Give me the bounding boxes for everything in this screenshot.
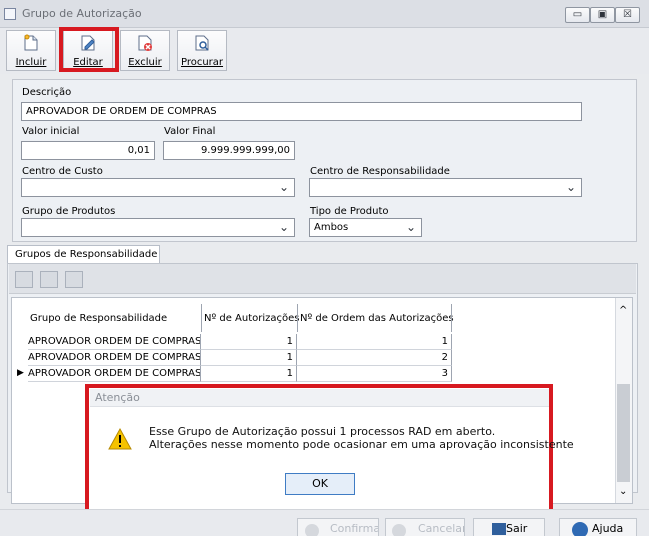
current-row-marker: ▶: [17, 368, 24, 378]
dialog-message-line1: Esse Grupo de Autorização possui 1 proce…: [149, 425, 496, 438]
procurar-label: Procurar: [180, 57, 224, 68]
exit-icon: [492, 523, 506, 535]
help-icon: [572, 522, 588, 536]
descricao-input[interactable]: APROVADOR DE ORDEM DE COMPRAS: [21, 102, 582, 121]
incluir-label: Incluir: [15, 57, 47, 68]
tab-grupos-responsabilidade[interactable]: Grupos de Responsabilidade: [7, 245, 160, 264]
scrollbar-thumb[interactable]: [617, 384, 630, 482]
table-row[interactable]: 2: [297, 350, 452, 366]
chevron-down-icon: ⌄: [278, 180, 289, 194]
column-header-grupo[interactable]: Grupo de Responsabilidade: [30, 312, 167, 326]
window-title: Grupo de Autorização: [22, 7, 142, 20]
table-row[interactable]: APROVADOR ORDEM DE COMPRAS: [28, 334, 201, 350]
dialog-message: Esse Grupo de Autorização possui 1 proce…: [149, 425, 574, 451]
grupo-produtos-label: Grupo de Produtos: [22, 206, 116, 217]
centro-custo-select[interactable]: ⌄: [21, 178, 295, 197]
grid-toolbar: [9, 264, 636, 294]
table-row[interactable]: 3: [297, 366, 452, 382]
tipo-produto-label: Tipo de Produto: [310, 206, 389, 217]
editar-highlight: [59, 27, 119, 72]
grupo-produtos-select[interactable]: ⌄: [21, 218, 295, 237]
centro-resp-select[interactable]: ⌄: [309, 178, 582, 197]
table-row[interactable]: 1: [201, 334, 297, 350]
valor-final-input[interactable]: 9.999.999.999,00: [163, 141, 295, 160]
scroll-up-icon[interactable]: ^: [619, 305, 627, 316]
valor-inicial-label: Valor inicial: [22, 126, 80, 137]
dialog-title: Atenção: [90, 389, 549, 407]
ok-button[interactable]: OK: [285, 473, 355, 495]
header-divider: [297, 304, 298, 332]
app-icon: [4, 8, 16, 20]
table-row[interactable]: 1: [297, 334, 452, 350]
excluir-label: Excluir: [128, 57, 162, 68]
tipo-produto-value: Ambos: [314, 222, 349, 233]
grid-add-icon[interactable]: [15, 271, 33, 288]
table-row[interactable]: 1: [201, 366, 297, 382]
excluir-button[interactable]: Excluir: [120, 30, 170, 71]
chevron-down-icon: ⌄: [278, 220, 289, 234]
confirm-icon: [305, 524, 319, 536]
minimize-button[interactable]: ▭: [565, 7, 590, 23]
valor-inicial-input[interactable]: 0,01: [21, 141, 155, 160]
ajuda-button[interactable]: Ajuda: [559, 518, 637, 536]
close-button[interactable]: ☒: [615, 7, 640, 23]
chevron-down-icon: ⌄: [565, 180, 576, 194]
table-row[interactable]: APROVADOR ORDEM DE COMPRAS: [28, 366, 201, 382]
grid-edit-icon[interactable]: [40, 271, 58, 288]
delete-document-icon: [138, 35, 152, 51]
incluir-button[interactable]: Incluir: [6, 30, 56, 71]
header-divider: [451, 304, 452, 332]
tipo-produto-select[interactable]: Ambos ⌄: [309, 218, 422, 237]
cancel-icon: [392, 524, 406, 536]
centro-resp-label: Centro de Responsabilidade: [310, 166, 450, 177]
warning-icon: [108, 427, 132, 450]
centro-custo-label: Centro de Custo: [22, 166, 103, 177]
table-row[interactable]: 1: [201, 350, 297, 366]
grid-delete-icon[interactable]: [65, 271, 83, 288]
chevron-down-icon: ⌄: [405, 220, 416, 234]
column-header-ordem[interactable]: Nº de Ordem das Autorizações: [300, 312, 454, 326]
new-document-icon: [24, 34, 38, 51]
maximize-button[interactable]: ▣: [590, 7, 615, 23]
descricao-label: Descrição: [22, 87, 72, 98]
sair-button[interactable]: Sair: [473, 518, 545, 536]
scroll-down-icon[interactable]: ⌄: [619, 486, 627, 497]
procurar-button[interactable]: Procurar: [177, 30, 227, 71]
valor-final-label: Valor Final: [164, 126, 216, 137]
header-divider: [201, 304, 202, 332]
column-header-autorizacoes[interactable]: Nº de Autorizações: [204, 312, 300, 326]
table-row[interactable]: APROVADOR ORDEM DE COMPRAS: [28, 350, 201, 366]
search-document-icon: [195, 35, 209, 51]
dialog-message-line2: Alterações nesse momento pode ocasionar …: [149, 438, 574, 451]
